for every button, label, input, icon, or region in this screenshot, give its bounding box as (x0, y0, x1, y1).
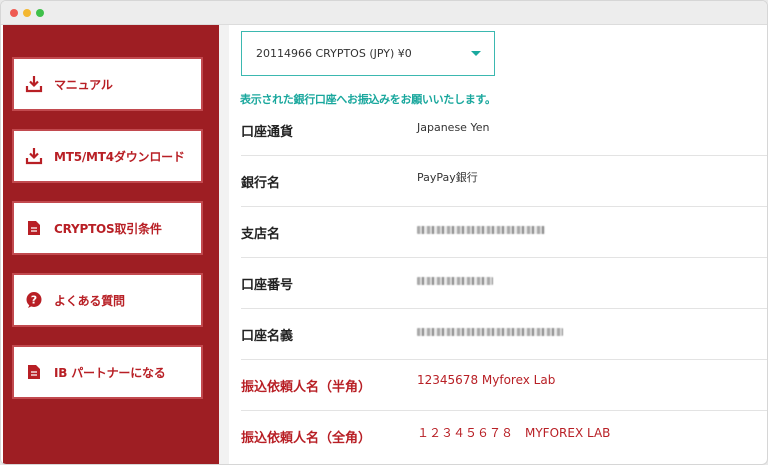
svg-text:?: ? (31, 294, 37, 307)
sidebar-item-manual[interactable]: マニュアル (12, 57, 203, 111)
sidebar-item-label: CRYPTOS取引条件 (54, 221, 162, 236)
download-icon (24, 146, 44, 166)
detail-label: 振込依頼人名（全角） (241, 431, 372, 446)
detail-row-account-holder: 口座名義 (241, 309, 767, 360)
detail-value: １２３４５６７８ MYFOREX LAB (417, 426, 611, 440)
sidebar: マニュアル MT5/MT4ダウンロード CRYPTOS取引条件 ? よくある質問… (3, 25, 219, 464)
maximize-window-button[interactable] (36, 9, 44, 17)
detail-row-sender-fullwidth: 振込依頼人名（全角） １２３４５６７８ MYFOREX LAB (241, 411, 767, 462)
browser-window: マニュアル MT5/MT4ダウンロード CRYPTOS取引条件 ? よくある質問… (0, 0, 768, 465)
detail-row-sender-halfwidth: 振込依頼人名（半角） 12345678 Myforex Lab (241, 360, 767, 411)
detail-label: 銀行名 (241, 176, 281, 191)
close-window-button[interactable] (10, 9, 18, 17)
detail-value-redacted (417, 326, 563, 339)
detail-row-account-number: 口座番号 (241, 258, 767, 309)
chevron-down-icon (471, 51, 481, 56)
detail-row-branch: 支店名 (241, 207, 767, 258)
document-icon (24, 362, 44, 382)
account-select-value: 20114966 CRYPTOS (JPY) ¥0 (256, 47, 412, 60)
detail-label: 口座通貨 (241, 125, 294, 140)
main-content: 20114966 CRYPTOS (JPY) ¥0 表示された銀行口座へお振込み… (229, 25, 767, 464)
minimize-window-button[interactable] (23, 9, 31, 17)
detail-row-bank-name: 銀行名 PayPay銀行 (241, 156, 767, 207)
detail-row-currency: 口座通貨 Japanese Yen (241, 105, 767, 156)
account-select[interactable]: 20114966 CRYPTOS (JPY) ¥0 (241, 31, 495, 76)
sidebar-item-ib-partner[interactable]: IB パートナーになる (12, 345, 203, 399)
detail-label: 振込依頼人名（半角） (241, 380, 372, 395)
detail-label: 口座名義 (241, 329, 294, 344)
sidebar-item-label: MT5/MT4ダウンロード (54, 149, 185, 164)
detail-value-redacted (417, 275, 493, 288)
sidebar-item-label: マニュアル (54, 77, 113, 92)
detail-value: 12345678 Myforex Lab (417, 373, 556, 387)
detail-label: 支店名 (241, 227, 281, 242)
sidebar-item-faq[interactable]: ? よくある質問 (12, 273, 203, 327)
sidebar-item-download[interactable]: MT5/MT4ダウンロード (12, 129, 203, 183)
sidebar-item-label: IB パートナーになる (54, 365, 166, 380)
window-titlebar (1, 1, 767, 25)
detail-value: PayPay銀行 (417, 171, 478, 184)
detail-label: 口座番号 (241, 278, 294, 293)
document-icon (24, 218, 44, 238)
detail-value: Japanese Yen (417, 121, 490, 134)
question-icon: ? (24, 290, 44, 310)
download-icon (24, 74, 44, 94)
content-gutter (219, 25, 229, 464)
sidebar-item-trading-conditions[interactable]: CRYPTOS取引条件 (12, 201, 203, 255)
sidebar-item-label: よくある質問 (54, 293, 125, 308)
detail-value-redacted (417, 224, 545, 237)
